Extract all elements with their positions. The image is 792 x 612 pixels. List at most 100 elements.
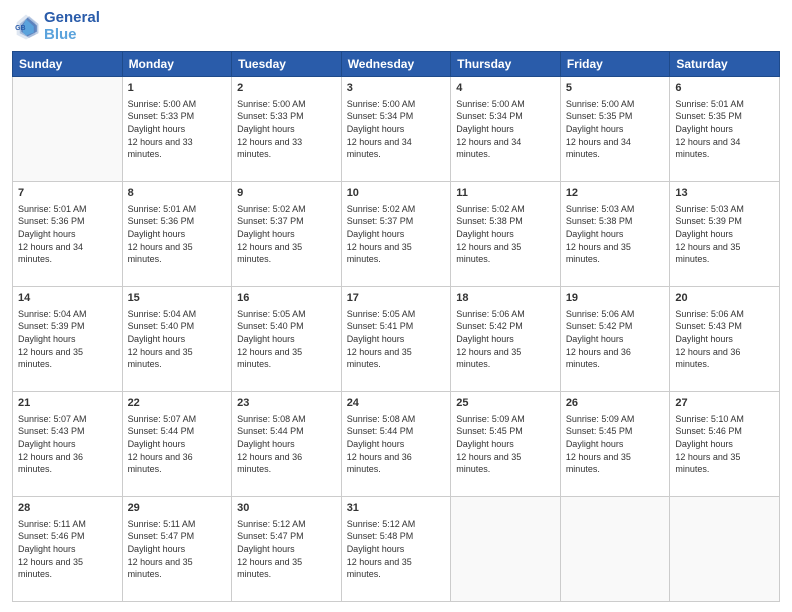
day-info: Sunrise: 5:02 AMSunset: 5:38 PMDaylight … bbox=[456, 203, 555, 266]
day-number: 24 bbox=[347, 396, 446, 411]
day-number: 14 bbox=[18, 291, 117, 306]
weekday-header-tuesday: Tuesday bbox=[232, 52, 342, 77]
day-info: Sunrise: 5:04 AMSunset: 5:39 PMDaylight … bbox=[18, 308, 117, 371]
week-row-2: 7 Sunrise: 5:01 AMSunset: 5:36 PMDaylight… bbox=[13, 182, 780, 287]
calendar-cell: 3 Sunrise: 5:00 AMSunset: 5:34 PMDaylight… bbox=[341, 77, 451, 182]
calendar-cell: 20 Sunrise: 5:06 AMSunset: 5:43 PMDayligh… bbox=[670, 287, 780, 392]
calendar-cell bbox=[451, 497, 561, 602]
calendar-cell: 1 Sunrise: 5:00 AMSunset: 5:33 PMDaylight… bbox=[122, 77, 232, 182]
header: GB General Blue bbox=[12, 10, 780, 43]
day-number: 4 bbox=[456, 81, 555, 96]
day-info: Sunrise: 5:06 AMSunset: 5:42 PMDaylight … bbox=[566, 308, 665, 371]
weekday-header-saturday: Saturday bbox=[670, 52, 780, 77]
calendar-cell: 7Sunrise: 5:01 AMSunset: 5:36 PMDaylight… bbox=[13, 182, 123, 287]
day-info: Sunrise: 5:10 AMSunset: 5:46 PMDaylight … bbox=[675, 413, 774, 476]
day-info: Sunrise: 5:09 AMSunset: 5:45 PMDaylight … bbox=[456, 413, 555, 476]
logo-icon: GB bbox=[12, 13, 40, 41]
calendar-cell: 17 Sunrise: 5:05 AMSunset: 5:41 PMDayligh… bbox=[341, 287, 451, 392]
calendar-cell: 15 Sunrise: 5:04 AMSunset: 5:40 PMDayligh… bbox=[122, 287, 232, 392]
day-info: Sunrise: 5:03 AMSunset: 5:38 PMDaylight … bbox=[566, 203, 665, 266]
week-row-3: 14 Sunrise: 5:04 AMSunset: 5:39 PMDayligh… bbox=[13, 287, 780, 392]
day-number: 5 bbox=[566, 81, 665, 96]
day-info: Sunrise: 5:00 AMSunset: 5:33 PMDaylight … bbox=[237, 98, 336, 161]
day-number: 26 bbox=[566, 396, 665, 411]
day-number: 28 bbox=[18, 501, 117, 516]
day-info: Sunrise: 5:07 AMSunset: 5:43 PMDaylight … bbox=[18, 413, 117, 476]
day-info: Sunrise: 5:00 AMSunset: 5:35 PMDaylight … bbox=[566, 98, 665, 161]
day-number: 3 bbox=[347, 81, 446, 96]
calendar-cell: 23 Sunrise: 5:08 AMSunset: 5:44 PMDayligh… bbox=[232, 392, 342, 497]
day-info: Sunrise: 5:01 AMSunset: 5:35 PMDaylight … bbox=[675, 98, 774, 161]
calendar-cell: 5 Sunrise: 5:00 AMSunset: 5:35 PMDaylight… bbox=[560, 77, 670, 182]
day-info: Sunrise: 5:05 AMSunset: 5:40 PMDaylight … bbox=[237, 308, 336, 371]
calendar-cell: 19 Sunrise: 5:06 AMSunset: 5:42 PMDayligh… bbox=[560, 287, 670, 392]
calendar-cell: 14 Sunrise: 5:04 AMSunset: 5:39 PMDayligh… bbox=[13, 287, 123, 392]
week-row-1: 1 Sunrise: 5:00 AMSunset: 5:33 PMDaylight… bbox=[13, 77, 780, 182]
weekday-header-thursday: Thursday bbox=[451, 52, 561, 77]
calendar-cell: 25 Sunrise: 5:09 AMSunset: 5:45 PMDayligh… bbox=[451, 392, 561, 497]
calendar-cell: 22 Sunrise: 5:07 AMSunset: 5:44 PMDayligh… bbox=[122, 392, 232, 497]
day-info: Sunrise: 5:09 AMSunset: 5:45 PMDaylight … bbox=[566, 413, 665, 476]
day-info: Sunrise: 5:12 AMSunset: 5:48 PMDaylight … bbox=[347, 518, 446, 581]
day-number: 1 bbox=[128, 81, 227, 96]
page-container: GB General Blue SundayMondayTuesdayWedne… bbox=[0, 0, 792, 612]
day-number: 20 bbox=[675, 291, 774, 306]
week-row-4: 21Sunrise: 5:07 AMSunset: 5:43 PMDayligh… bbox=[13, 392, 780, 497]
day-number: 7 bbox=[18, 186, 117, 201]
calendar-cell bbox=[670, 497, 780, 602]
day-number: 31 bbox=[347, 501, 446, 516]
day-info: Sunrise: 5:03 AMSunset: 5:39 PMDaylight … bbox=[675, 203, 774, 266]
day-number: 23 bbox=[237, 396, 336, 411]
calendar-cell: 8 Sunrise: 5:01 AMSunset: 5:36 PMDaylight… bbox=[122, 182, 232, 287]
calendar-cell: 24 Sunrise: 5:08 AMSunset: 5:44 PMDayligh… bbox=[341, 392, 451, 497]
calendar-cell: 12 Sunrise: 5:03 AMSunset: 5:38 PMDayligh… bbox=[560, 182, 670, 287]
calendar-cell: 4 Sunrise: 5:00 AMSunset: 5:34 PMDaylight… bbox=[451, 77, 561, 182]
day-number: 17 bbox=[347, 291, 446, 306]
day-info: Sunrise: 5:11 AMSunset: 5:46 PMDaylight … bbox=[18, 518, 117, 581]
weekday-header-friday: Friday bbox=[560, 52, 670, 77]
weekday-header-monday: Monday bbox=[122, 52, 232, 77]
day-info: Sunrise: 5:12 AMSunset: 5:47 PMDaylight … bbox=[237, 518, 336, 581]
day-number: 11 bbox=[456, 186, 555, 201]
day-info: Sunrise: 5:00 AMSunset: 5:34 PMDaylight … bbox=[456, 98, 555, 161]
day-number: 2 bbox=[237, 81, 336, 96]
day-info: Sunrise: 5:08 AMSunset: 5:44 PMDaylight … bbox=[237, 413, 336, 476]
day-info: Sunrise: 5:04 AMSunset: 5:40 PMDaylight … bbox=[128, 308, 227, 371]
day-number: 12 bbox=[566, 186, 665, 201]
calendar-cell: 30 Sunrise: 5:12 AMSunset: 5:47 PMDayligh… bbox=[232, 497, 342, 602]
day-number: 22 bbox=[128, 396, 227, 411]
day-info: Sunrise: 5:01 AMSunset: 5:36 PMDaylight … bbox=[128, 203, 227, 266]
day-number: 15 bbox=[128, 291, 227, 306]
day-number: 8 bbox=[128, 186, 227, 201]
weekday-header-wednesday: Wednesday bbox=[341, 52, 451, 77]
day-number: 30 bbox=[237, 501, 336, 516]
day-number: 27 bbox=[675, 396, 774, 411]
day-info: Sunrise: 5:05 AMSunset: 5:41 PMDaylight … bbox=[347, 308, 446, 371]
day-number: 25 bbox=[456, 396, 555, 411]
calendar-cell: 29 Sunrise: 5:11 AMSunset: 5:47 PMDayligh… bbox=[122, 497, 232, 602]
calendar-cell bbox=[13, 77, 123, 182]
day-info: Sunrise: 5:00 AMSunset: 5:34 PMDaylight … bbox=[347, 98, 446, 161]
calendar-cell: 31 Sunrise: 5:12 AMSunset: 5:48 PMDayligh… bbox=[341, 497, 451, 602]
day-info: Sunrise: 5:06 AMSunset: 5:42 PMDaylight … bbox=[456, 308, 555, 371]
calendar-cell: 6Sunrise: 5:01 AMSunset: 5:35 PMDaylight… bbox=[670, 77, 780, 182]
logo-text: General Blue bbox=[44, 10, 100, 43]
logo: GB General Blue bbox=[12, 10, 100, 43]
day-info: Sunrise: 5:00 AMSunset: 5:33 PMDaylight … bbox=[128, 98, 227, 161]
calendar-cell: 28 Sunrise: 5:11 AMSunset: 5:46 PMDayligh… bbox=[13, 497, 123, 602]
day-info: Sunrise: 5:06 AMSunset: 5:43 PMDaylight … bbox=[675, 308, 774, 371]
calendar-cell: 13Sunrise: 5:03 AMSunset: 5:39 PMDayligh… bbox=[670, 182, 780, 287]
calendar-cell: 26 Sunrise: 5:09 AMSunset: 5:45 PMDayligh… bbox=[560, 392, 670, 497]
calendar-cell: 10Sunrise: 5:02 AMSunset: 5:37 PMDayligh… bbox=[341, 182, 451, 287]
svg-text:GB: GB bbox=[15, 25, 26, 32]
calendar-cell: 16Sunrise: 5:05 AMSunset: 5:40 PMDayligh… bbox=[232, 287, 342, 392]
calendar-table: SundayMondayTuesdayWednesdayThursdayFrid… bbox=[12, 51, 780, 602]
day-info: Sunrise: 5:07 AMSunset: 5:44 PMDaylight … bbox=[128, 413, 227, 476]
day-number: 29 bbox=[128, 501, 227, 516]
day-number: 19 bbox=[566, 291, 665, 306]
day-info: Sunrise: 5:08 AMSunset: 5:44 PMDaylight … bbox=[347, 413, 446, 476]
day-number: 9 bbox=[237, 186, 336, 201]
calendar-cell: 27 Sunrise: 5:10 AMSunset: 5:46 PMDayligh… bbox=[670, 392, 780, 497]
calendar-cell: 21Sunrise: 5:07 AMSunset: 5:43 PMDayligh… bbox=[13, 392, 123, 497]
day-info: Sunrise: 5:11 AMSunset: 5:47 PMDaylight … bbox=[128, 518, 227, 581]
